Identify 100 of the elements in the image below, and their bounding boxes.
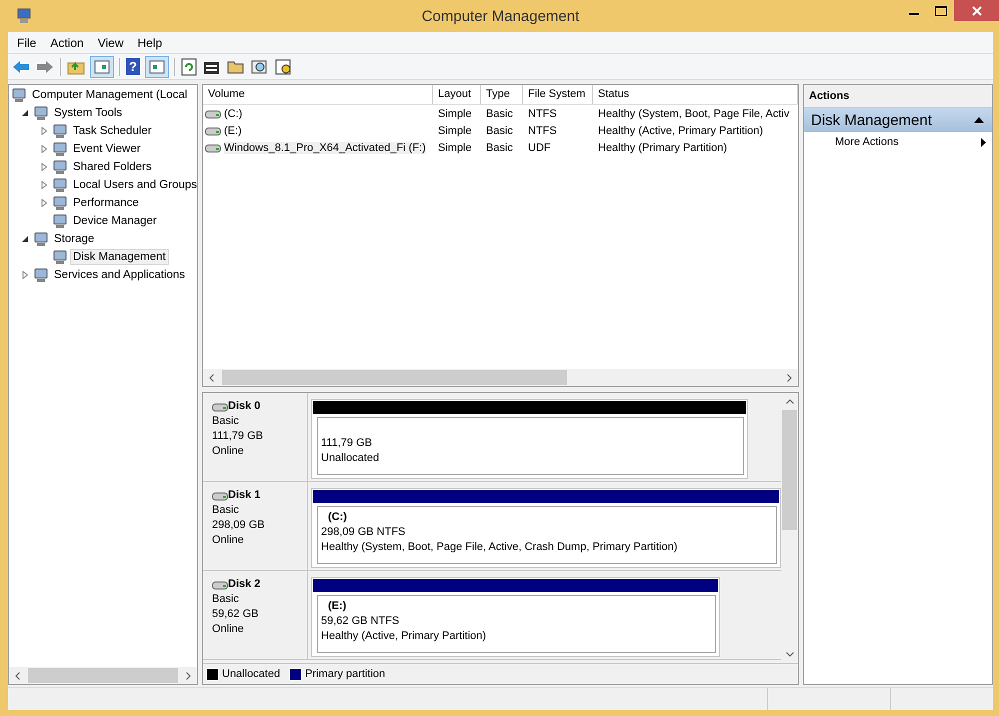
computer-icon — [16, 8, 32, 24]
tree-item[interactable]: Task Scheduler — [71, 124, 154, 138]
pane-toggle-icon[interactable] — [91, 56, 113, 76]
actions-section-header[interactable]: Disk Management — [804, 108, 992, 132]
partition-block[interactable]: 111,79 GB Unallocated — [317, 417, 744, 475]
node-icon — [52, 177, 68, 193]
drive-name[interactable]: (E:) — [224, 124, 242, 136]
tree-item[interactable]: Shared Folders — [71, 160, 154, 174]
node-icon — [52, 195, 68, 211]
action-link[interactable]: More Actions — [835, 136, 899, 148]
table-cell: Healthy (System, Boot, Page File, Activ — [598, 108, 790, 120]
disk-type: Basic — [212, 414, 240, 429]
partition-size: 59,62 GB NTFS — [321, 614, 400, 629]
table-cell: Healthy (Primary Partition) — [598, 142, 727, 154]
column-header[interactable]: File System — [523, 85, 593, 104]
table-cell: Basic — [486, 124, 513, 136]
partition-block[interactable]: (E:) 59,62 GB NTFS Healthy (Active, Primary Partition) — [317, 595, 716, 653]
node-icon — [11, 87, 27, 103]
actions-header: Actions — [804, 85, 992, 108]
back-arrow-icon[interactable] — [12, 60, 30, 74]
horizontal-scrollbar[interactable] — [9, 667, 197, 684]
horizontal-scrollbar[interactable] — [203, 369, 798, 386]
disk-type: Basic — [212, 592, 240, 607]
disk-status: Online — [212, 533, 245, 548]
column-header[interactable]: Status — [593, 85, 798, 104]
tree-item[interactable]: System Tools — [52, 106, 124, 120]
disk-type: Basic — [212, 503, 240, 518]
pane-toggle-icon[interactable] — [146, 56, 168, 76]
column-header[interactable]: Volume — [203, 85, 433, 104]
drive-name[interactable]: Windows_8.1_Pro_X64_Activated_Fi (F:) — [224, 142, 426, 154]
scroll-left-icon[interactable] — [209, 374, 214, 382]
magnifier-icon[interactable] — [251, 58, 269, 74]
drive-name[interactable]: (C:) — [224, 108, 242, 120]
menu-item[interactable]: View — [90, 36, 130, 50]
scroll-left-icon[interactable] — [15, 672, 20, 680]
table-cell: Simple — [438, 108, 472, 120]
partition-block[interactable]: (C:) 298,09 GB NTFS Healthy (System, Boot, Page File, Active, Crash Dump, Primary Partition) — [317, 506, 777, 564]
submenu-caret-icon — [981, 138, 986, 146]
partition-status: Healthy (System, Boot, Page File, Active, Crash Dump, Primary Partition) — [321, 540, 678, 555]
disk-size: 59,62 GB — [212, 607, 260, 622]
menu-item[interactable]: File — [10, 36, 44, 50]
legend-label: Primary partition — [305, 668, 386, 680]
disk-drive-icon — [212, 490, 228, 500]
window-title: Computer Management — [422, 8, 580, 25]
scroll-right-icon[interactable] — [186, 672, 191, 680]
drive-icon — [205, 142, 221, 152]
menu-item[interactable]: Action — [43, 36, 91, 50]
expander-icon[interactable] — [21, 235, 29, 243]
node-icon — [52, 159, 68, 175]
close-button[interactable] — [954, 0, 999, 21]
node-icon — [52, 249, 68, 265]
node-icon — [52, 213, 68, 229]
expander-icon[interactable] — [21, 109, 29, 117]
partition-status: Healthy (Active, Primary Partition) — [321, 629, 488, 644]
table-cell: Simple — [438, 124, 472, 136]
maximize-icon — [934, 6, 946, 16]
drive-icon — [205, 126, 221, 136]
collapse-caret-icon[interactable] — [974, 117, 984, 123]
refresh-icon[interactable] — [181, 58, 197, 76]
node-icon — [33, 231, 49, 247]
node-icon — [33, 105, 49, 121]
table-cell: Simple — [438, 142, 472, 154]
column-header[interactable]: Type — [481, 85, 523, 104]
forward-arrow-icon[interactable] — [36, 60, 54, 74]
tree-item[interactable]: Performance — [71, 196, 141, 210]
tree-item[interactable]: Services and Applications — [52, 268, 188, 282]
disk-size: 111,79 GB — [212, 429, 264, 444]
scroll-up-icon[interactable] — [786, 399, 794, 404]
node-icon — [52, 123, 68, 139]
tree-item[interactable]: Device Manager — [71, 214, 159, 228]
tree-item[interactable]: Local Users and Groups — [71, 178, 197, 192]
tree-item[interactable]: Disk Management — [71, 250, 168, 264]
legend-label: Unallocated — [222, 668, 280, 680]
menu-item[interactable]: Help — [130, 36, 170, 50]
disk-drive-icon — [212, 580, 228, 590]
table-cell: Healthy (Active, Primary Partition) — [598, 124, 764, 136]
partition-status: Unallocated — [321, 451, 380, 466]
table-cell: NTFS — [528, 108, 557, 120]
tree-item[interactable]: Computer Management (Local — [30, 88, 190, 102]
disk-size: 298,09 GB — [212, 518, 266, 533]
tree-item[interactable]: Storage — [52, 232, 96, 246]
table-cell: Basic — [486, 142, 513, 154]
partition-label: (E:) — [327, 599, 348, 614]
node-icon — [33, 267, 49, 283]
folder-icon[interactable] — [227, 58, 245, 74]
disk-name: Disk 0 — [228, 399, 260, 414]
disk-name: Disk 2 — [228, 577, 260, 592]
table-cell: NTFS — [528, 124, 557, 136]
partition-label: (C:) — [327, 510, 348, 525]
disk-name: Disk 1 — [228, 488, 260, 503]
drive-icon — [205, 108, 221, 118]
close-icon — [972, 6, 982, 16]
scroll-down-icon[interactable] — [786, 652, 794, 657]
table-cell: Basic — [486, 108, 513, 120]
tree-item[interactable]: Event Viewer — [71, 142, 143, 156]
column-header[interactable]: Layout — [433, 85, 481, 104]
scroll-right-icon[interactable] — [787, 374, 792, 382]
disk-status: Online — [212, 622, 245, 637]
partition-size: 298,09 GB NTFS — [321, 525, 406, 540]
help-button[interactable]: ? — [126, 58, 140, 75]
